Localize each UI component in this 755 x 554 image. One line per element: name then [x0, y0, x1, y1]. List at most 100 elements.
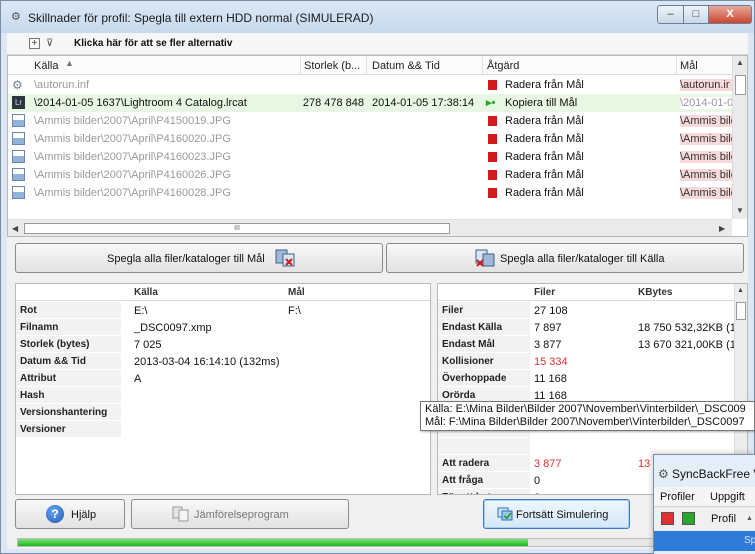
maximize-button[interactable]: □	[683, 5, 709, 24]
filter-icon[interactable]: ⊽	[46, 38, 53, 49]
stat-key	[438, 438, 530, 455]
dest-path-cell: \Ammis bilc	[680, 169, 732, 181]
table-row[interactable]: Lr \2014-01-05 1637\Lightroom 4 Catalog.l…	[8, 94, 732, 112]
profile-column-label[interactable]: Profil	[711, 513, 736, 525]
image-file-icon	[12, 114, 25, 127]
stats-header: Filer KBytes	[438, 284, 747, 301]
path-tooltip: Källa: E:\Mina Bilder\Bilder 2007\Novemb…	[420, 401, 755, 431]
stat-row: Endast Mål 3 877 13 670 321,00KB (13 3	[438, 336, 747, 353]
selected-profile-row[interactable]: Speg	[654, 531, 755, 551]
column-header-size[interactable]: Storlek (b...	[304, 60, 360, 72]
column-header-source[interactable]: Källa	[34, 60, 58, 72]
source-path-cell: \autorun.inf	[34, 79, 90, 91]
details-header-source: Källa	[134, 287, 158, 298]
delete-icon	[488, 188, 497, 198]
progress-fill	[18, 539, 529, 546]
minimize-button[interactable]: –	[657, 5, 684, 24]
scroll-up-icon[interactable]: ▲	[737, 287, 744, 294]
table-row[interactable]: \Ammis bilder\2007\April\P4160026.JPG Rad…	[8, 166, 732, 184]
delete-profile-icon[interactable]	[661, 512, 674, 525]
delete-icon	[488, 152, 497, 162]
column-divider[interactable]	[676, 56, 677, 75]
sort-ascending-icon: ▲	[746, 515, 753, 522]
column-divider[interactable]	[482, 56, 483, 75]
compare-program-button[interactable]: Jämförelseprogram	[131, 499, 349, 529]
column-divider[interactable]	[300, 56, 301, 75]
help-icon: ?	[46, 505, 64, 523]
menu-item-profiles[interactable]: Profiler	[660, 491, 695, 503]
options-bar[interactable]: + ⊽ Klicka här för att se fler alternati…	[7, 33, 748, 55]
detail-row: Versioner	[16, 421, 430, 438]
continue-simulation-button[interactable]: Fortsätt Simulering	[483, 499, 630, 529]
mirror-to-dest-label: Spegla alla filer/kataloger till Mål	[107, 253, 265, 265]
table-row[interactable]: ⚙ \autorun.inf Radera från Mål \autorun.ir	[8, 76, 732, 94]
table-row[interactable]: \Ammis bilder\2007\April\P4160020.JPG Rad…	[8, 130, 732, 148]
title-bar[interactable]: ⚙ Skillnader för profil: Spegla till ext…	[1, 1, 754, 33]
more-options-label[interactable]: Klicka här för att se fler alternativ	[74, 38, 232, 49]
stat-files-value: 0	[534, 475, 541, 487]
scrollbar-thumb[interactable]	[735, 75, 746, 95]
grid-horizontal-scrollbar[interactable]: ◀ III ▶	[8, 219, 732, 236]
help-button[interactable]: ? Hjälp	[15, 499, 125, 529]
date-cell: 2014-01-05 17:38:14	[372, 97, 475, 109]
copy-arrow-icon: ▸•	[486, 97, 496, 109]
client-area: + ⊽ Klicka här för att se fler alternati…	[7, 33, 748, 549]
scroll-up-icon[interactable]: ▲	[736, 58, 744, 67]
scroll-down-icon[interactable]: ▼	[736, 206, 744, 215]
table-row[interactable]: \Ammis bilder\2007\April\P4160028.JPG Rad…	[8, 184, 732, 202]
tooltip-source-path: Källa: E:\Mina Bilder\Bilder 2007\Novemb…	[425, 403, 746, 415]
scrollbar-thumb[interactable]	[736, 302, 746, 320]
grid-vertical-scrollbar[interactable]: ▲ ▼	[732, 56, 747, 219]
delete-icon	[488, 80, 497, 90]
detail-row: Rot E:\ F:\	[16, 302, 430, 319]
detail-row: Datum && Tid 2013-03-04 16:14:10 (132ms)	[16, 353, 430, 370]
scroll-right-icon[interactable]: ▶	[719, 224, 725, 233]
detail-source-value: _DSC0097.xmp	[134, 322, 212, 334]
detail-row: Hash	[16, 387, 430, 404]
table-row[interactable]: \Ammis bilder\2007\April\P4150019.JPG Rad…	[8, 112, 732, 130]
new-profile-icon[interactable]	[682, 512, 695, 525]
column-header-dest[interactable]: Mål	[680, 60, 698, 72]
stat-row: Endast Källa 7 897 18 750 532,32KB (18 3	[438, 319, 747, 336]
detail-key: Storlek (bytes)	[16, 336, 121, 353]
stat-files-value: 15 334	[534, 356, 568, 368]
stat-key: Endast Källa	[438, 319, 530, 336]
close-button[interactable]: X	[708, 5, 752, 24]
detail-dest-value: F:\	[288, 305, 301, 317]
detail-key: Hash	[16, 387, 121, 404]
column-header-action[interactable]: Åtgärd	[487, 60, 519, 72]
help-label: Hjälp	[71, 509, 97, 521]
delete-icon	[488, 134, 497, 144]
mirror-to-dest-button[interactable]: Spegla alla filer/kataloger till Mål	[15, 243, 383, 273]
detail-key: Versionshantering	[16, 404, 121, 421]
mirror-to-source-button[interactable]: Spegla alla filer/kataloger till Källa	[386, 243, 744, 273]
mirror-to-source-icon	[475, 249, 495, 267]
dest-path-cell: \Ammis bilc	[680, 133, 732, 145]
grid-header: Källa ▲ Storlek (b... Datum && Tid Åtgär…	[8, 56, 747, 75]
source-path-cell: \Ammis bilder\2007\April\P4160020.JPG	[34, 133, 231, 145]
table-row[interactable]: \Ammis bilder\2007\April\P4160023.JPG Rad…	[8, 148, 732, 166]
stat-files-value: 3 877	[534, 339, 562, 351]
dest-path-cell: \Ammis bilc	[680, 115, 732, 127]
action-cell: Radera från Mål	[505, 151, 584, 163]
stat-row: Överhoppade 11 168	[438, 370, 747, 387]
action-cell: Radera från Mål	[505, 187, 584, 199]
source-path-cell: \2014-01-05 1637\Lightroom 4 Catalog.lrc…	[34, 97, 247, 109]
detail-key: Rot	[16, 302, 121, 319]
detail-key: Datum && Tid	[16, 353, 121, 370]
syncback-main-window[interactable]: ⚙ SyncBackFree V Profiler Uppgift Profil …	[653, 454, 755, 554]
column-header-date[interactable]: Datum && Tid	[372, 60, 440, 72]
syncback-menu-bar: Profiler Uppgift	[654, 487, 755, 507]
expand-icon[interactable]: +	[29, 38, 40, 49]
lightroom-file-icon: Lr	[12, 96, 25, 109]
scroll-left-icon[interactable]: ◀	[12, 224, 18, 233]
size-cell: 278 478 848	[302, 97, 364, 109]
menu-item-task[interactable]: Uppgift	[710, 491, 745, 503]
stat-key: Filer	[438, 302, 530, 319]
dest-path-cell: \2014-01-0	[680, 97, 732, 109]
column-divider[interactable]	[366, 56, 367, 75]
syncback-toolbar: Profil ▲	[654, 508, 755, 530]
stat-files-value: 0	[534, 492, 540, 494]
source-path-cell: \Ammis bilder\2007\April\P4150019.JPG	[34, 115, 231, 127]
scrollbar-thumb[interactable]: III	[24, 223, 450, 234]
